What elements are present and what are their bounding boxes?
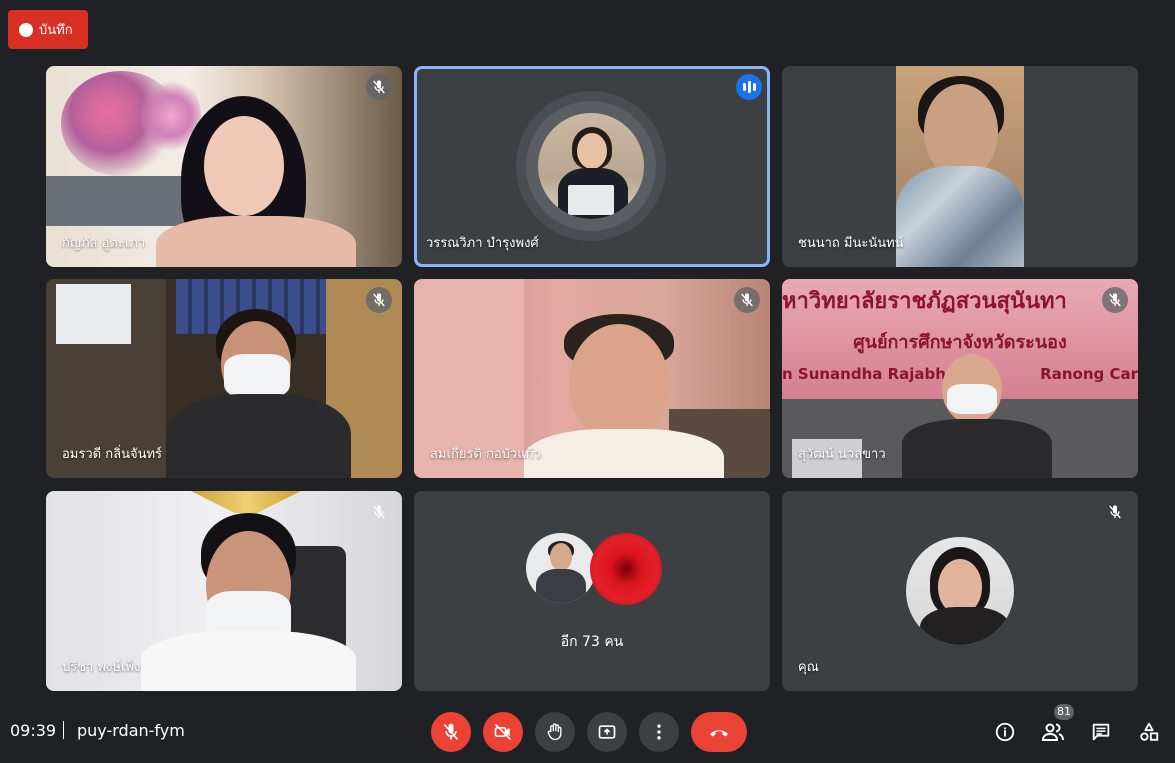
meeting-clock: 09:39: [10, 721, 57, 740]
mic-off-icon: [741, 293, 753, 307]
muted-indicator: [366, 287, 392, 313]
info-icon: [995, 722, 1015, 742]
muted-indicator: [366, 499, 392, 525]
end-call-button[interactable]: [691, 712, 747, 752]
banner-line-3: n Sunandha Rajabhat: [782, 365, 964, 383]
self-tile[interactable]: คุณ: [782, 491, 1138, 691]
muted-indicator: [734, 287, 760, 313]
participant-name: กัญภัส อู่ตะเภา: [62, 236, 146, 251]
bottom-toolbar: 09:39 puy-rdan-fym 81: [0, 700, 1175, 763]
mic-off-icon: [1109, 505, 1121, 519]
more-vert-icon: [657, 724, 661, 740]
call-end-icon: [710, 730, 728, 737]
chat-icon: [1092, 723, 1110, 741]
participant-name: วรรณวิภา บำรุงพงศ์: [426, 236, 539, 251]
people-icon: [1041, 723, 1064, 741]
participant-tile[interactable]: หาวิทยาลัยราชภัฏสวนสุนันทา ศูนย์การศึกษา…: [782, 279, 1138, 478]
mic-off-icon: [373, 505, 385, 519]
meeting-code: puy-rdan-fym: [77, 721, 185, 740]
participant-tile[interactable]: ปรีชา พงษ์เพ็ง: [46, 491, 402, 691]
mic-toggle-button[interactable]: [431, 712, 471, 752]
banner-line-4: Ranong Car: [1040, 365, 1138, 383]
record-dot-icon: [19, 22, 33, 37]
raise-hand-button[interactable]: [535, 712, 575, 752]
banner-line-2: ศูนย์การศึกษาจังหวัดระนอง: [853, 332, 1067, 353]
activities-button[interactable]: [1133, 716, 1165, 748]
mic-off-icon: [443, 723, 459, 741]
hand-icon: [547, 723, 562, 741]
recording-badge[interactable]: บันทึก: [8, 10, 88, 49]
present-screen-button[interactable]: [587, 712, 627, 752]
others-tile[interactable]: อีก 73 คน: [414, 491, 770, 691]
participant-name: สุวัฒน์ นวลขาว: [798, 447, 886, 462]
participant-name: ปรีชา พงษ์เพ็ง: [62, 660, 141, 675]
camera-off-icon: [494, 723, 512, 741]
muted-indicator: [1102, 499, 1128, 525]
banner-line-1: หาวิทยาลัยราชภัฏสวนสุนันทา: [782, 289, 1067, 314]
others-count-label: อีก 73 คน: [560, 634, 624, 650]
participant-avatar: [590, 533, 662, 605]
video-feed: [896, 66, 1024, 267]
activities-icon: [1140, 722, 1159, 741]
participant-tile[interactable]: อมรวดี กลิ่นจันทร์: [46, 279, 402, 478]
chat-button[interactable]: [1085, 716, 1117, 748]
participant-name: อมรวดี กลิ่นจันทร์: [62, 447, 163, 462]
muted-indicator: [366, 74, 392, 100]
mic-off-icon: [1109, 293, 1121, 307]
recording-label: บันทึก: [39, 23, 73, 38]
mic-off-icon: [373, 293, 385, 307]
participant-tile[interactable]: สมเกียรติ กอบัวแก้ว: [414, 279, 770, 478]
participant-tile-active-speaker[interactable]: วรรณวิภา บำรุงพงศ์: [414, 66, 770, 267]
camera-toggle-button[interactable]: [483, 712, 523, 752]
participant-name: สมเกียรติ กอบัวแก้ว: [430, 447, 541, 462]
people-count-badge: 81: [1054, 704, 1074, 720]
present-icon: [598, 725, 616, 739]
more-options-button[interactable]: [639, 712, 679, 752]
people-button[interactable]: [1037, 716, 1069, 748]
participant-name: ชนนาถ มีนะนันทน์: [798, 236, 904, 251]
participant-avatar: [538, 113, 644, 219]
self-avatar: [906, 537, 1014, 645]
mic-off-icon: [373, 80, 385, 94]
participant-tile[interactable]: กัญภัส อู่ตะเภา: [46, 66, 402, 267]
participant-name: คุณ: [798, 660, 819, 675]
participant-tile[interactable]: ชนนาถ มีนะนันทน์: [782, 66, 1138, 267]
muted-indicator: [1102, 287, 1128, 313]
speaking-indicator: [736, 74, 762, 100]
meeting-details-button[interactable]: [989, 716, 1021, 748]
participant-avatar: [526, 533, 596, 603]
divider: [63, 721, 64, 739]
